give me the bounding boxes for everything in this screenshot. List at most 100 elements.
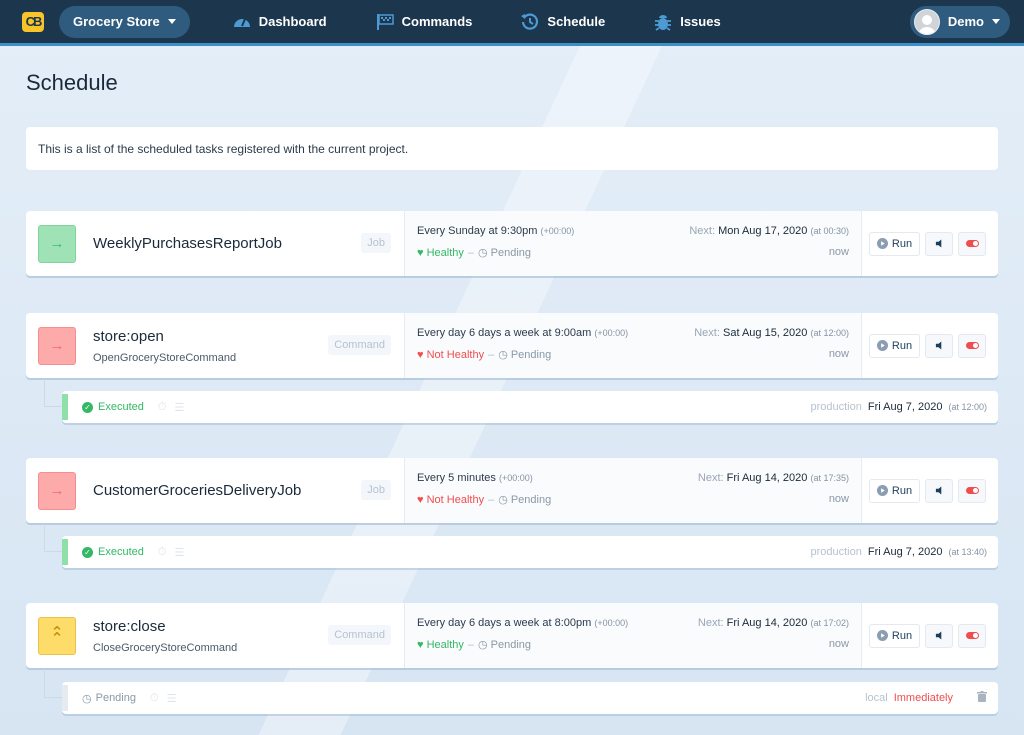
enable-toggle[interactable] [958, 623, 986, 648]
next-run: Next: Fri Aug 14, 2020 (at 17:35) now [697, 472, 849, 505]
nav-dashboard[interactable]: Dashboard [232, 12, 327, 32]
run-date: Immediately [893, 692, 953, 704]
last-run-row[interactable]: ✓ Executed ⏱ ☰ production Fri Aug 7, 2020 (at … [62, 391, 998, 423]
history-icon [521, 13, 539, 30]
nav-schedule[interactable]: Schedule [520, 12, 605, 32]
mute-button[interactable] [925, 623, 953, 648]
clock-icon: ◷ [478, 639, 488, 651]
play-icon [876, 238, 888, 249]
run-result: ✓ Executed [82, 401, 144, 413]
enable-toggle[interactable] [958, 478, 986, 503]
nav-dashboard-label: Dashboard [258, 14, 327, 29]
clock-icon: ◷ [478, 247, 488, 259]
run-button[interactable]: Run [869, 333, 920, 358]
nav-commands-label: Commands [401, 14, 473, 29]
task-card: ⌃ ⌃ store:close CloseGroceryStoreCommand … [26, 603, 998, 668]
heart-icon: ♥ [417, 246, 424, 259]
toggle-on-icon [965, 632, 979, 639]
task-name: store:open [93, 327, 164, 345]
speaker-icon [935, 239, 941, 248]
nav-commands[interactable]: Commands [375, 12, 473, 32]
enable-toggle[interactable] [958, 333, 986, 358]
database-icon: ☰ [174, 401, 185, 414]
separator: – [467, 638, 475, 651]
enable-toggle[interactable] [958, 231, 986, 256]
user-name: Demo [947, 14, 984, 29]
page-title: Schedule [26, 70, 118, 95]
health-status: ♥ Healthy [417, 638, 464, 651]
top-navbar: CB Grocery Store Dashboard Commands Sche… [0, 0, 1024, 46]
user-menu[interactable]: Demo [909, 5, 1010, 38]
arrow-right-icon: → [38, 471, 76, 510]
stopwatch-icon: ⏱ [149, 691, 159, 704]
task-type-badge: Command [328, 335, 391, 355]
stopwatch-icon: ⏱ [157, 545, 167, 558]
speaker-icon [935, 486, 941, 495]
run-result: ◷ Pending [82, 692, 136, 705]
task-name: store:close [93, 617, 166, 635]
run-time: (at 12:00) [948, 402, 987, 412]
separator: – [488, 493, 495, 506]
task-type-badge: Job [361, 480, 391, 500]
run-date: Fri Aug 7, 2020 [867, 546, 943, 558]
chevron-down-icon [167, 19, 176, 24]
trash-icon[interactable] [977, 691, 987, 705]
flag-icon [376, 13, 394, 30]
tree-connector [44, 524, 62, 552]
last-run-row[interactable]: ✓ Executed ⏱ ☰ production Fri Aug 7, 2020 (at … [62, 536, 998, 568]
stopwatch-icon: ⏱ [157, 400, 167, 413]
next-run: Next: Sat Aug 15, 2020 (at 12:00) now [694, 327, 849, 360]
separator: – [467, 246, 475, 259]
arrow-right-icon: → [38, 224, 76, 263]
run-date: Fri Aug 7, 2020 [867, 401, 943, 413]
heart-icon: ♥ [417, 638, 424, 651]
run-status: ◷ Pending [478, 638, 531, 652]
tree-connector [44, 669, 62, 698]
task-name: WeeklyPurchasesReportJob [93, 235, 282, 252]
info-box: This is a list of the scheduled tasks re… [26, 127, 998, 170]
speaker-icon [935, 341, 941, 350]
bug-icon [655, 14, 672, 31]
task-card: → CustomerGroceriesDeliveryJob Job Every… [26, 458, 998, 523]
run-button[interactable]: Run [869, 478, 920, 503]
run-time: (at 13:40) [948, 547, 987, 557]
run-button[interactable]: Run [869, 231, 920, 256]
run-button[interactable]: Run [869, 623, 920, 648]
health-status: ♥ Not Healthy [417, 348, 485, 361]
separator: – [488, 348, 495, 361]
arrow-right-icon: → [38, 326, 76, 365]
project-selector[interactable]: Grocery Store [59, 5, 190, 38]
chevron-down-icon [992, 19, 1000, 24]
clock-icon: ◷ [498, 349, 508, 361]
nav-issues[interactable]: Issues [653, 12, 721, 32]
run-environment: local [865, 692, 888, 704]
run-result: ✓ Executed [82, 546, 144, 558]
database-icon: ☰ [166, 692, 177, 705]
mute-button[interactable] [925, 231, 953, 256]
clock-icon: ◷ [82, 692, 92, 705]
toggle-on-icon [965, 487, 979, 494]
project-name: Grocery Store [73, 14, 160, 29]
app-logo[interactable]: CB [22, 11, 44, 32]
heart-icon: ♥ [417, 493, 424, 506]
task-card: → store:open OpenGroceryStoreCommand Com… [26, 313, 998, 378]
next-run: Next: Fri Aug 14, 2020 (at 17:02) now [697, 617, 849, 650]
next-run: Next: Mon Aug 17, 2020 (at 00:30) now [689, 225, 849, 258]
speaker-icon [935, 631, 941, 640]
mute-button[interactable] [925, 478, 953, 503]
task-type-badge: Command [328, 625, 391, 645]
task-class: OpenGroceryStoreCommand [93, 351, 237, 364]
play-icon [876, 485, 888, 496]
gauge-icon [233, 18, 250, 27]
toggle-on-icon [965, 240, 979, 247]
check-circle-icon: ✓ [82, 401, 93, 413]
tree-connector [44, 379, 62, 407]
run-environment: production [810, 401, 862, 413]
last-run-row[interactable]: ◷ Pending ⏱ ☰ local Immediately [62, 682, 998, 714]
clock-icon: ◷ [498, 494, 508, 506]
mute-button[interactable] [925, 333, 953, 358]
nav-schedule-label: Schedule [547, 14, 606, 29]
task-class: CloseGroceryStoreCommand [93, 641, 238, 654]
play-icon [876, 340, 888, 351]
toggle-on-icon [965, 342, 979, 349]
